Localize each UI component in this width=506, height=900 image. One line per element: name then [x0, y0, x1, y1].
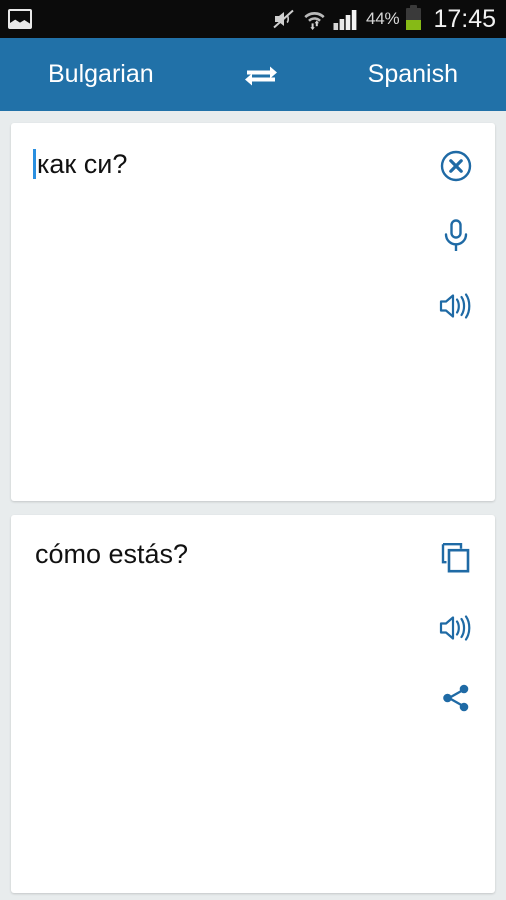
- source-text-area[interactable]: как си?: [11, 123, 417, 501]
- input-panel: как си?: [11, 123, 495, 501]
- microphone-button[interactable]: [433, 213, 479, 259]
- status-bar-notifications: [8, 9, 32, 29]
- target-language-selector[interactable]: Spanish: [368, 60, 458, 89]
- share-icon: [440, 682, 472, 714]
- battery-percent-label: 44%: [366, 9, 400, 28]
- microphone-icon: [441, 218, 471, 254]
- listen-target-button[interactable]: [433, 605, 479, 651]
- speaker-icon: [438, 291, 474, 321]
- cellular-signal-icon: [333, 8, 359, 30]
- swap-horizontal-icon: [243, 60, 279, 90]
- input-actions: [417, 123, 495, 501]
- battery-icon: [406, 5, 422, 30]
- status-bar-system-icons: 44% 17:45: [272, 4, 496, 33]
- wifi-data-transfer-icon: [303, 8, 326, 31]
- app-bar: Bulgarian Spanish: [0, 38, 506, 111]
- translation-content: как си? cómo estás?: [0, 111, 506, 900]
- clear-button[interactable]: [433, 143, 479, 189]
- image-screenshot-icon: [8, 9, 32, 29]
- text-cursor: [33, 149, 36, 179]
- output-panel: cómo estás?: [11, 515, 495, 893]
- copy-icon: [440, 541, 472, 575]
- share-button[interactable]: [433, 675, 479, 721]
- source-text[interactable]: как си?: [37, 149, 127, 179]
- translated-text: cómo estás?: [35, 539, 189, 569]
- status-bar-clock: 17:45: [433, 4, 496, 33]
- volume-muted-icon: [272, 8, 296, 30]
- clear-circle-icon: [439, 149, 473, 183]
- output-actions: [417, 515, 495, 893]
- speaker-icon: [438, 613, 474, 643]
- status-bar: 44% 17:45: [0, 0, 506, 38]
- swap-languages-button[interactable]: [237, 51, 285, 99]
- copy-button[interactable]: [433, 535, 479, 581]
- translated-text-area[interactable]: cómo estás?: [11, 515, 417, 893]
- listen-source-button[interactable]: [433, 283, 479, 329]
- source-language-selector[interactable]: Bulgarian: [48, 60, 154, 89]
